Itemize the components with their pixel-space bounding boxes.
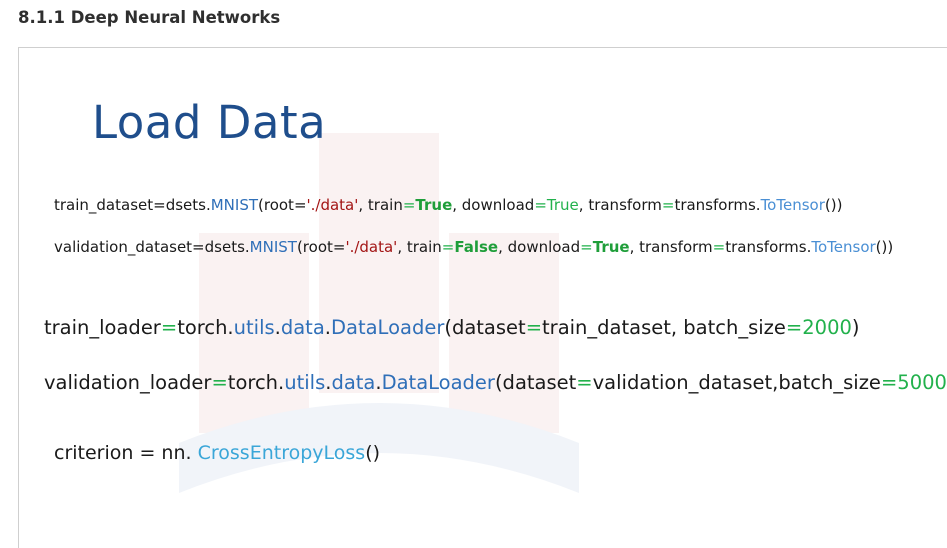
slide-frame: Load Data train_dataset=dsets.MNIST(root… (18, 47, 947, 548)
code-line-validation-loader: validation_loader=torch.utils.data.DataL… (44, 371, 947, 394)
code-line-criterion: criterion = nn. CrossEntropyLoss() (54, 442, 381, 464)
section-title: 8.1.1 Deep Neural Networks (18, 8, 281, 27)
code-line-train-loader: train_loader=torch.utils.data.DataLoader… (44, 316, 860, 339)
code-line-train-dataset: train_dataset=dsets.MNIST(root='./data',… (54, 196, 843, 214)
slide-title: Load Data (92, 96, 327, 149)
code-line-validation-dataset: validation_dataset=dsets.MNIST(root='./d… (54, 238, 894, 256)
